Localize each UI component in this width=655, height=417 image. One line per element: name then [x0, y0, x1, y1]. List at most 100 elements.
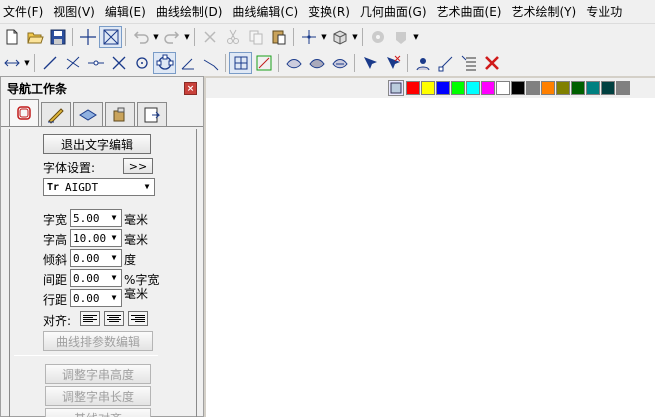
- align-right-icon[interactable]: [128, 311, 148, 326]
- snap-dropdown-icon[interactable]: ▼: [320, 33, 328, 41]
- toolbar-separator: [362, 28, 363, 46]
- menu-bar: 文件(F) 视图(V) 编辑(E) 曲线绘制(D) 曲线编辑(C) 变换(R) …: [0, 0, 655, 24]
- drawing-canvas[interactable]: [206, 98, 655, 417]
- adjust-height-button[interactable]: 调整字串高度: [45, 364, 151, 384]
- cut-icon[interactable]: [221, 26, 244, 48]
- move-dropdown-icon[interactable]: ▼: [23, 59, 31, 67]
- surface-icon-2[interactable]: [305, 52, 328, 74]
- toolbar-separator: [72, 28, 73, 46]
- angle-icon[interactable]: [176, 52, 199, 74]
- adjust-length-button[interactable]: 调整字串长度: [45, 386, 151, 406]
- curve-param-edit-button[interactable]: 曲线排参数编辑: [43, 331, 153, 351]
- redo-icon[interactable]: [160, 26, 183, 48]
- color-swatch[interactable]: [511, 81, 525, 95]
- menu-edit[interactable]: 编辑(E): [100, 1, 151, 23]
- char-height-select[interactable]: 10.00 ▼: [70, 229, 122, 247]
- align-left-icon[interactable]: [80, 311, 100, 326]
- close-icon[interactable]: ×: [184, 81, 197, 95]
- color-swatch[interactable]: [541, 81, 555, 95]
- view-cube-icon[interactable]: [328, 26, 351, 48]
- grid-snap-icon[interactable]: [229, 52, 252, 74]
- open-folder-icon[interactable]: [23, 26, 46, 48]
- intersect-icon[interactable]: [107, 52, 130, 74]
- font-setting-button[interactable]: >>: [123, 158, 153, 174]
- chevron-down-icon[interactable]: ▼: [107, 210, 121, 226]
- move-icon[interactable]: [0, 52, 23, 74]
- chevron-down-icon[interactable]: ▼: [107, 290, 121, 306]
- color-swatch[interactable]: [466, 81, 480, 95]
- color-swatch[interactable]: [451, 81, 465, 95]
- char-width-select[interactable]: 5.00 ▼: [70, 209, 122, 227]
- list-edit-icon[interactable]: [457, 52, 480, 74]
- zoom-window-icon[interactable]: [99, 26, 122, 48]
- chevron-down-icon[interactable]: ▼: [140, 179, 154, 195]
- render-material-icon[interactable]: [389, 26, 412, 48]
- color-swatch[interactable]: [481, 81, 495, 95]
- font-select[interactable]: Tr AIGDT ▼: [43, 178, 155, 196]
- delete-red-icon[interactable]: [480, 52, 503, 74]
- panel-title-bar: 导航工作条 ×: [1, 77, 203, 99]
- menu-curve-draw[interactable]: 曲线绘制(D): [151, 1, 228, 23]
- undo-icon[interactable]: [129, 26, 152, 48]
- edit-points-icon[interactable]: [434, 52, 457, 74]
- panel-tabs: [1, 99, 203, 127]
- tab-surface[interactable]: [73, 102, 103, 126]
- save-icon[interactable]: [46, 26, 69, 48]
- color-swatch[interactable]: [556, 81, 570, 95]
- line-spacing-select[interactable]: 0.00 ▼: [70, 289, 122, 307]
- menu-transform[interactable]: 变换(R): [303, 1, 355, 23]
- tab-draw[interactable]: [41, 102, 71, 126]
- point-on-line-icon[interactable]: [84, 52, 107, 74]
- render-dropdown-icon[interactable]: ▼: [412, 33, 420, 41]
- color-picker-icon[interactable]: [388, 80, 404, 96]
- circle-points-icon[interactable]: [153, 52, 176, 74]
- axis-grid-icon[interactable]: [252, 52, 275, 74]
- select-point-icon[interactable]: [358, 52, 381, 74]
- paste-icon[interactable]: [267, 26, 290, 48]
- baseline-align-button[interactable]: 基线对齐: [45, 408, 151, 417]
- color-swatch[interactable]: [586, 81, 600, 95]
- copy-icon[interactable]: [244, 26, 267, 48]
- tab-material[interactable]: [105, 102, 135, 126]
- delete-icon[interactable]: [198, 26, 221, 48]
- color-swatch[interactable]: [601, 81, 615, 95]
- view-dropdown-icon[interactable]: ▼: [351, 33, 359, 41]
- redo-dropdown-icon[interactable]: ▼: [183, 33, 191, 41]
- deselect-icon[interactable]: [381, 52, 404, 74]
- circle-icon[interactable]: [130, 52, 153, 74]
- undo-dropdown-icon[interactable]: ▼: [152, 33, 160, 41]
- menu-geometric-surface[interactable]: 几何曲面(G): [355, 1, 432, 23]
- chevron-down-icon[interactable]: ▼: [107, 250, 121, 266]
- new-file-icon[interactable]: [0, 26, 23, 48]
- menu-file[interactable]: 文件(F): [0, 1, 48, 23]
- render-shade-icon[interactable]: [366, 26, 389, 48]
- menu-professional[interactable]: 专业功: [581, 1, 627, 23]
- color-swatch[interactable]: [496, 81, 510, 95]
- exit-text-edit-button[interactable]: 退出文字编辑: [43, 134, 151, 154]
- visibility-icon[interactable]: [411, 52, 434, 74]
- tangent-line-icon[interactable]: [61, 52, 84, 74]
- surface-icon-3[interactable]: [328, 52, 351, 74]
- color-swatch[interactable]: [616, 81, 630, 95]
- chevron-down-icon[interactable]: ▼: [107, 230, 121, 246]
- menu-art-draw[interactable]: 艺术绘制(Y): [507, 1, 582, 23]
- trim-icon[interactable]: [199, 52, 222, 74]
- line-icon[interactable]: [38, 52, 61, 74]
- color-swatch[interactable]: [526, 81, 540, 95]
- spacing-select[interactable]: 0.00 ▼: [70, 269, 122, 287]
- crosshair-icon[interactable]: [76, 26, 99, 48]
- color-swatch[interactable]: [421, 81, 435, 95]
- menu-curve-edit[interactable]: 曲线编辑(C): [227, 1, 303, 23]
- menu-art-surface[interactable]: 艺术曲面(E): [432, 1, 507, 23]
- menu-view[interactable]: 视图(V): [48, 1, 100, 23]
- align-center-icon[interactable]: [104, 311, 124, 326]
- color-swatch[interactable]: [571, 81, 585, 95]
- surface-icon-1[interactable]: [282, 52, 305, 74]
- tab-export[interactable]: [137, 102, 167, 126]
- snap-point-icon[interactable]: [297, 26, 320, 48]
- slant-select[interactable]: 0.00 ▼: [70, 249, 122, 267]
- color-swatch[interactable]: [436, 81, 450, 95]
- chevron-down-icon[interactable]: ▼: [107, 270, 121, 286]
- tab-layers[interactable]: [9, 99, 39, 126]
- color-swatch[interactable]: [406, 81, 420, 95]
